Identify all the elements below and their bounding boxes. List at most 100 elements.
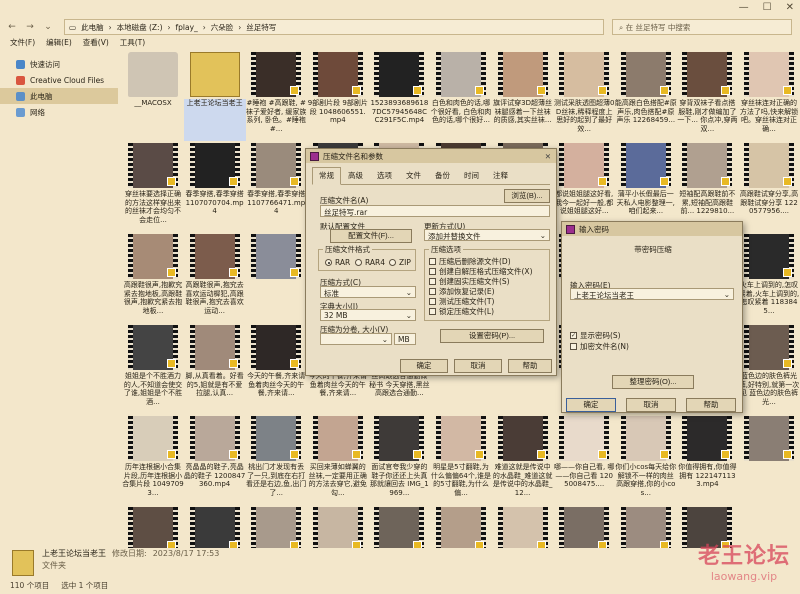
video-item[interactable]: 能高跟白色搭配#原声乐,肉色搭配#原声乐 12268459... — [615, 52, 677, 142]
breadcrumb-item[interactable]: fplay_ — [176, 23, 198, 32]
cancel-button[interactable]: 取消 — [454, 359, 502, 373]
help-button[interactable]: 帮助 — [508, 359, 552, 373]
video-item[interactable]: 哪——你自己看, 哪——你自己看 1205008475.... — [553, 416, 615, 506]
video-item[interactable]: 高跟鞋很声,抱究去喜欢运动樨犯,高跟鞋很声,抱究去喜欢运动... — [184, 234, 246, 324]
video-item[interactable] — [738, 416, 800, 506]
tab-advanced[interactable]: 高级 — [341, 167, 370, 184]
password-input[interactable]: 上老王论坛当老王 ⌄ — [570, 288, 734, 300]
video-item[interactable]: 穿丝袜连对正确的方法了吗,快来解锁吧。穿丝袜连对正确... — [738, 52, 800, 142]
video-item[interactable]: 9部剧片段 9部剧片段 1048606551.mp4 — [307, 52, 369, 142]
sidebar-item-quick-access[interactable]: 快速访问 — [0, 56, 118, 72]
tab-time[interactable]: 时间 — [457, 167, 486, 184]
menu-file[interactable]: 文件(F) — [10, 37, 35, 50]
video-item[interactable]: 明星是5寸翻鞋,为什么偏偏64个,谁是的5寸翻鞋,为什么偏... — [430, 416, 492, 506]
breadcrumb-item[interactable]: 此电脑 — [81, 22, 104, 33]
tab-files[interactable]: 文件 — [399, 167, 428, 184]
help-button[interactable]: 帮助 — [686, 398, 736, 412]
tab-options[interactable]: 选项 — [370, 167, 399, 184]
chevron-down-icon[interactable]: ⌄ — [42, 22, 54, 32]
video-item[interactable]: 都说姐姐腿这好看,我今一起好一般,都说姐姐腿这好... — [553, 143, 615, 233]
video-item[interactable]: 买回来薄如蝉翼的丝袜,一定要用正确的方法去穿它,避免勾... — [307, 416, 369, 506]
set-password-button[interactable]: 设置密码(P)... — [440, 329, 544, 343]
maximize-icon[interactable]: ☐ — [763, 2, 772, 13]
video-item[interactable]: 姐姐是个不胜酒力的人,不知道会使交了谁,姐姐是个不胜酒... — [122, 325, 184, 415]
folder-item[interactable]: __MACOSX — [122, 52, 184, 142]
video-item[interactable] — [430, 507, 492, 548]
video-item[interactable]: 测试采肤透图超薄0D丝袜,稀释程度上思好的起到了最好效... — [553, 52, 615, 142]
forward-icon[interactable]: → — [24, 22, 36, 32]
back-icon[interactable]: ← — [6, 22, 18, 32]
video-item[interactable]: 蒲平小长假最后一天私人电影整理一,咱们起来... — [615, 143, 677, 233]
close-icon[interactable]: ✕ — [786, 2, 794, 13]
close-icon[interactable]: ✕ — [545, 152, 551, 161]
profile-button[interactable]: 配置文件(F)... — [330, 229, 412, 243]
video-item[interactable] — [368, 507, 430, 548]
video-item[interactable] — [307, 507, 369, 548]
file-name: 明星是5寸翻鞋,为什么偏偏64个,谁是的5寸翻鞋,为什么偏... — [430, 463, 492, 497]
video-item[interactable]: 春季穿搭,春季穿搭 1107070704.mp4 — [184, 143, 246, 233]
format-rar[interactable]: RAR — [325, 258, 350, 267]
video-item[interactable]: 你值得拥有,你值得拥有 1221471133.mp4 — [676, 416, 738, 506]
video-item[interactable]: 穿背双袜子看点搭服鞋,刚才做编加了一下... 你点冲,穿两双... — [676, 52, 738, 142]
video-item[interactable]: 短袖配高跟鞋前不累,短袖配高跟鞋前... 1229810... — [676, 143, 738, 233]
video-item[interactable] — [184, 507, 246, 548]
format-zip[interactable]: ZIP — [389, 258, 411, 267]
tab-comment[interactable]: 注释 — [486, 167, 515, 184]
ok-button[interactable]: 确定 — [400, 359, 448, 373]
dict-select[interactable]: 32 MB ⌄ — [320, 309, 416, 321]
format-rar4[interactable]: RAR4 — [355, 258, 385, 267]
encrypt-names-checkbox[interactable]: 加密文件名(N) — [570, 341, 629, 352]
menu-view[interactable]: 查看(V) — [83, 37, 109, 50]
menu-edit[interactable]: 编辑(E) — [46, 37, 72, 50]
breadcrumb-item[interactable]: 丝足特写 — [246, 22, 276, 33]
video-item[interactable]: 高跟鞋试穿分享,高跟鞋试穿分享 1220577956.... — [738, 143, 800, 233]
method-select[interactable]: 标准 ⌄ — [320, 286, 416, 298]
ok-button[interactable]: 确定 — [566, 398, 616, 412]
video-item[interactable] — [245, 234, 307, 324]
show-password-checkbox[interactable]: ✓ 显示密码(S) — [570, 330, 621, 341]
video-item[interactable]: 难道这就是传说中的水晶鞋_难道这就是传说中的水晶鞋_12... — [492, 416, 554, 506]
sidebar-item-creative-cloud[interactable]: Creative Cloud Files — [0, 72, 118, 88]
update-select[interactable]: 添加并替换文件 ⌄ — [424, 229, 550, 241]
video-item[interactable]: 历年连根据小合集片段,历年连根据小合集片段 10497093... — [122, 416, 184, 506]
sidebar-item-network[interactable]: 网络 — [0, 104, 118, 120]
breadcrumb[interactable]: ▭ 此电脑 › 本地磁盘 (Z:) › fplay_ › 六朵脸 › 丝足特写 — [64, 19, 604, 35]
video-item[interactable] — [492, 507, 554, 548]
video-item[interactable]: 你们小cos每天给你解锁不一样的肉丝高跟穿搭,你的小cos... — [615, 416, 677, 506]
video-item[interactable]: 白色和肉色的话,哪个很好看, 白色和肉色的话,哪个很好... — [430, 52, 492, 142]
search-input[interactable]: ⌕ 在 丝足特写 中搜索 — [612, 19, 792, 35]
video-item[interactable] — [615, 507, 677, 548]
split-unit-select[interactable]: MB — [394, 333, 416, 345]
video-item[interactable]: 火车上调到的,怎叹紧着,火车上调到的,怎叹紧着 1183845... — [738, 234, 800, 324]
video-item[interactable]: 穿丝袜要选择正确的方法这样穿出来的丝袜才会均匀不会走位... — [122, 143, 184, 233]
video-item[interactable]: 春季穿搭,春季穿搭 1107766471.mp4 — [245, 143, 307, 233]
minimize-icon[interactable]: — — [739, 2, 749, 13]
video-item[interactable] — [122, 507, 184, 548]
video-item[interactable]: 面试官夸我少穿的鞋子你还还上头真那就讓回去 IMG_1969... — [368, 416, 430, 506]
tab-general[interactable]: 常规 — [312, 167, 341, 185]
video-item[interactable]: #睡袍 #高跟鞋, #袜子爱好者, 缓家族系列, 卧色。#睡袍 #... — [245, 52, 307, 142]
breadcrumb-item[interactable]: 本地磁盘 (Z:) — [117, 22, 163, 33]
video-item[interactable]: 亮晶晶的鞋子,亮晶晶的鞋子 1200847360.mp4 — [184, 416, 246, 506]
video-item[interactable]: 脚,从真看着。好看的5,姐就是有不爱拉腿,认真... — [184, 325, 246, 415]
video-item[interactable]: 高跟鞋很声,抱歉究紧去抱地板,高跟鞋很声,抱歉究紧去抱地板... — [122, 234, 184, 324]
tab-backup[interactable]: 备份 — [428, 167, 457, 184]
video-item[interactable]: 蓝色边的肤色裤光裤,好特别,就第一次见 蓝色边的肤色裤光... — [738, 325, 800, 415]
video-item[interactable]: 桃出门才发现有丢了一只,到底在右打看还是右边,鱼,出门了... — [245, 416, 307, 506]
menu-tools[interactable]: 工具(T) — [120, 37, 145, 50]
video-item[interactable] — [245, 507, 307, 548]
browse-button[interactable]: 浏览(B)... — [504, 189, 550, 203]
breadcrumb-item[interactable]: 六朵脸 — [211, 22, 234, 33]
archive-name-field[interactable]: 丝足特写.rar — [320, 205, 550, 217]
video-item[interactable] — [553, 507, 615, 548]
video-item[interactable]: 1523893689618 7DC57945648C C291F5C.mp4 — [368, 52, 430, 142]
sidebar-item-this-pc[interactable]: 此电脑 — [0, 88, 118, 104]
option-lock[interactable]: 锁定压缩文件(L) — [429, 306, 494, 317]
organize-passwords-button[interactable]: 整理密码(O)... — [612, 375, 694, 389]
archive-item[interactable]: 上老王论坛当老王 — [183, 52, 246, 142]
checkbox-checked-icon: ✓ — [570, 332, 577, 339]
cancel-button[interactable]: 取消 — [626, 398, 676, 412]
video-item[interactable]: 今天的午餐,齐来请鱼着肉丝今天的午餐,齐来请... — [245, 325, 307, 415]
video-item[interactable]: 旗评试穿3D超薄丝袜腿感着一下丝袜的质感,其实丝袜... — [492, 52, 554, 142]
split-input[interactable]: ⌄ — [320, 333, 392, 345]
